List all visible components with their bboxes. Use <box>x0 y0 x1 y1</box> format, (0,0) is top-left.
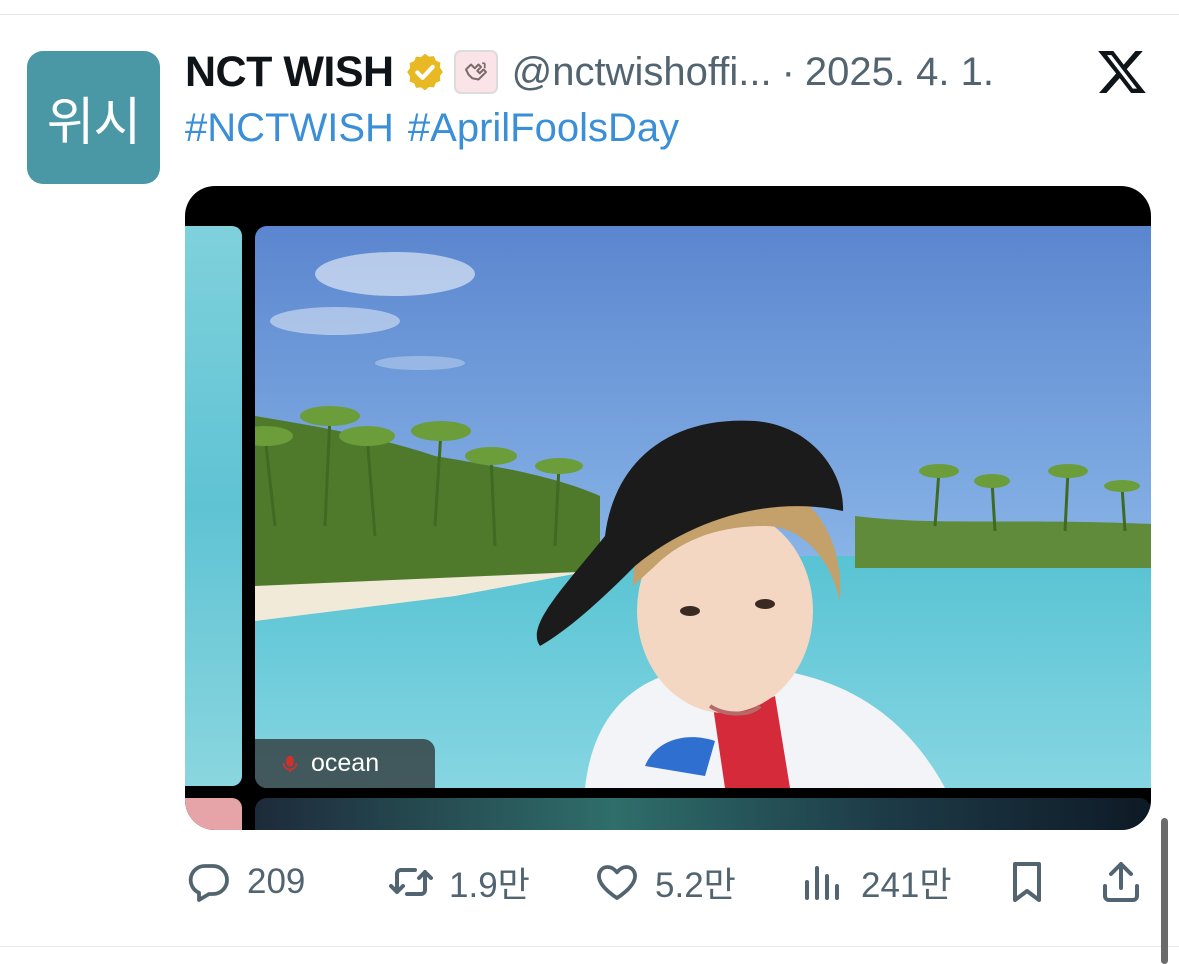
reply-button[interactable]: 209 <box>185 852 305 912</box>
tweet-header: NCT WISH @nctwishoffi... · 2025. 4. 1. <box>185 44 1075 100</box>
handle[interactable]: @nctwishoffi... <box>512 50 772 95</box>
adjacent-video-tile <box>185 226 242 786</box>
views-button[interactable]: 241만 <box>799 852 952 912</box>
post-date[interactable]: 2025. 4. 1. <box>805 50 994 95</box>
share-button[interactable] <box>1097 852 1145 912</box>
separator-dot: · <box>781 49 795 94</box>
retweet-count: 1.9만 <box>449 865 530 905</box>
beach-scene-image <box>255 226 1151 788</box>
like-count: 5.2만 <box>655 865 736 905</box>
bookmark-icon <box>1013 862 1041 902</box>
bottom-divider <box>0 946 1179 947</box>
participant-name: ocean <box>311 749 380 777</box>
hashtag-link[interactable]: #AprilFoolsDay <box>408 106 679 150</box>
muted-mic-icon <box>282 755 298 772</box>
avatar[interactable]: 위시 <box>27 51 160 184</box>
retweet-button[interactable]: 1.9만 <box>387 852 530 912</box>
bookmark-button[interactable] <box>1003 852 1051 912</box>
like-button[interactable]: 5.2만 <box>593 852 736 912</box>
tweet-media[interactable]: ocean <box>185 186 1151 830</box>
view-count: 241만 <box>861 865 952 905</box>
x-logo-icon[interactable] <box>1096 46 1148 98</box>
affiliate-badge-icon[interactable] <box>453 50 498 94</box>
affiliate-logo-icon <box>464 62 487 81</box>
hashtag-link[interactable]: #NCTWISH <box>185 106 394 150</box>
reply-icon <box>188 864 229 902</box>
video-call-tile-photo[interactable] <box>255 226 1151 788</box>
share-icon <box>1103 862 1139 902</box>
heart-icon <box>597 865 637 900</box>
views-chart-icon <box>805 866 839 900</box>
tweet-text: #NCTWISH #AprilFoolsDay <box>185 106 679 151</box>
top-divider <box>0 14 1179 15</box>
action-bar: 209 1.9만 5.2만 241만 <box>185 852 1151 912</box>
adjacent-video-tile <box>255 798 1151 830</box>
scrollbar[interactable] <box>1161 818 1168 964</box>
display-name[interactable]: NCT WISH <box>185 48 394 97</box>
adjacent-video-tile <box>185 798 242 830</box>
retweet-icon <box>389 868 433 896</box>
avatar-text: 위시 <box>46 93 142 153</box>
verified-badge-icon <box>406 53 443 91</box>
reply-count: 209 <box>247 862 306 901</box>
participant-label: ocean <box>255 739 435 788</box>
